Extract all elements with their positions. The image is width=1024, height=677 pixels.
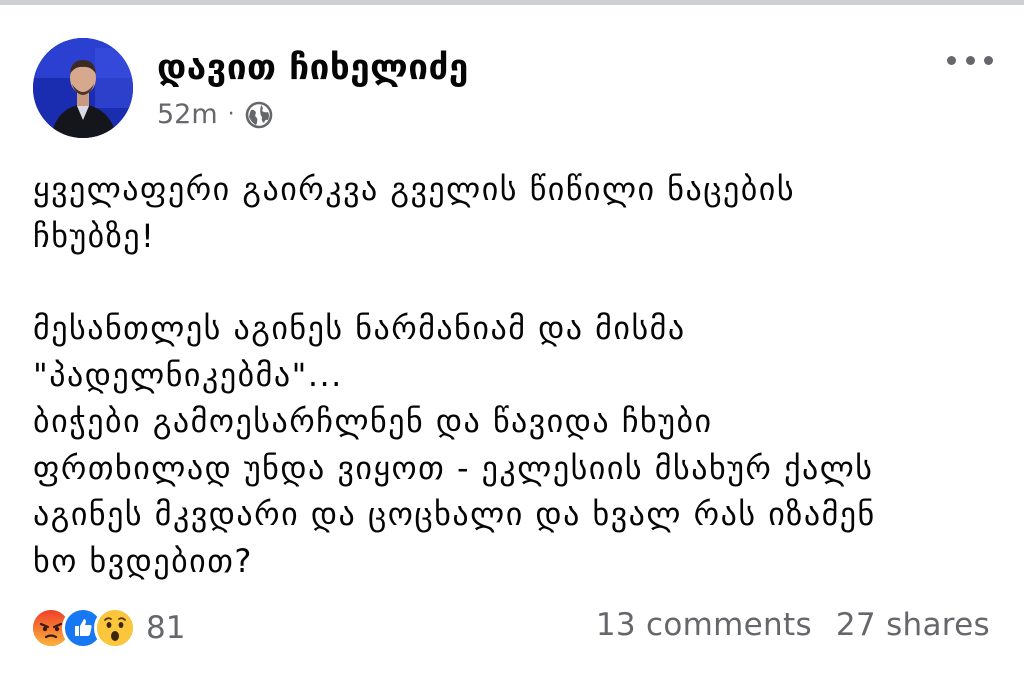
text-line: ხო ხვდებით?: [33, 541, 253, 580]
text-line: მესანთლეს აგინეს ნარმანიამ და მისმა: [33, 309, 686, 347]
text-line: ყველაფერი გაირკვა გველის წიწილი ნაცების: [33, 170, 796, 208]
post-paragraph: ყველაფერი გაირკვა გველის წიწილი ნაცების …: [33, 166, 1003, 259]
comments-count[interactable]: 13 comments: [596, 607, 812, 643]
more-options-icon[interactable]: [947, 50, 993, 70]
meta-separator: ·: [227, 102, 235, 127]
text-line: ჩხუბზე!: [33, 216, 156, 255]
text-line: აგინეს მკვდარი და ცოცხალი და ხვალ რას იზ…: [33, 495, 876, 533]
post-footer: 81 13 comments 27 shares: [30, 605, 990, 655]
reaction-summary[interactable]: 81: [30, 607, 185, 649]
engagement-stats: 13 comments 27 shares: [596, 607, 990, 643]
text-line: ფრთხილად უნდა ვიყოთ - ეკლესიის მსახურ ქა…: [33, 448, 874, 487]
globe-icon: [245, 101, 273, 129]
reaction-count: 81: [146, 610, 186, 646]
post-header: დავით ჩიხელიძე 52m ·: [33, 38, 993, 138]
post-meta: 52m ·: [157, 99, 273, 130]
wow-reaction-icon: [94, 607, 136, 649]
post-body: ყველაფერი გაირკვა გველის წიწილი ნაცების …: [33, 166, 1003, 584]
shares-count[interactable]: 27 shares: [836, 607, 990, 643]
post-paragraph: მესანთლეს აგინეს ნარმანიამ და მისმა "პად…: [33, 305, 1003, 584]
avatar[interactable]: [33, 38, 133, 138]
text-line: "პადელნიკებმა"...: [33, 355, 343, 394]
post-time[interactable]: 52m: [157, 99, 218, 130]
author-name[interactable]: დავით ჩიხელიძე: [157, 48, 469, 88]
text-line: ბიჭები გამოესარჩლნენ და წავიდა ჩხუბი: [33, 402, 713, 440]
top-divider: [0, 0, 1024, 5]
